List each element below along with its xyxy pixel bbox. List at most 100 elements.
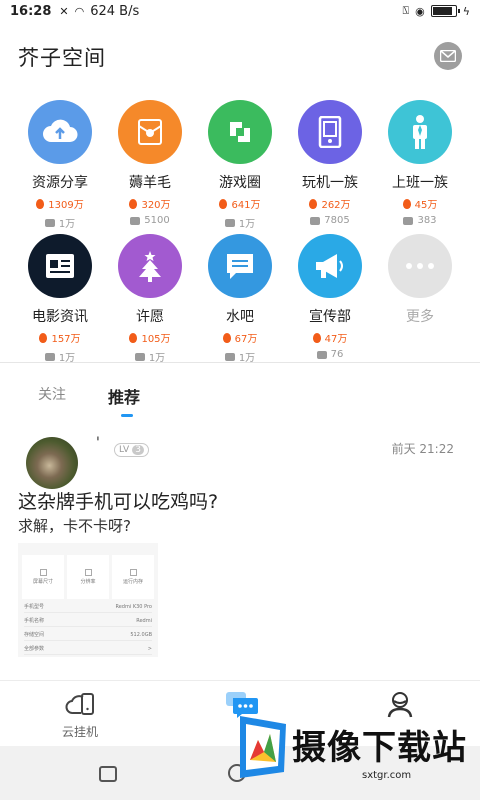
post-body[interactable]: 求解，卡不卡呀? — [18, 515, 131, 536]
tab-indicator — [121, 414, 133, 417]
row-label: 存储空间 — [24, 632, 45, 638]
status-time: 16:28 — [10, 3, 52, 19]
level-label: LV — [119, 445, 130, 455]
row-label: 全部参数 — [24, 646, 45, 652]
tab-cloud-hangup[interactable]: 云挂机 — [35, 691, 125, 740]
comment-icon — [224, 218, 235, 227]
thumbnail-row: 存储空间 512.0GB — [24, 629, 152, 641]
category-name: 薅羊毛 — [129, 175, 171, 191]
category-hot: 157万 — [51, 334, 81, 345]
flame-icon — [129, 332, 138, 343]
category-posts: 5100 — [144, 215, 170, 226]
flame-icon — [222, 332, 231, 343]
card-label: 屏幕尺寸 — [32, 579, 53, 585]
flame-icon — [39, 332, 48, 343]
thumbnail-card: 屏幕尺寸 — [22, 555, 64, 599]
category-name: 游戏圈 — [219, 175, 261, 191]
category-name: 上班一族 — [392, 175, 448, 191]
comment-icon — [134, 352, 145, 361]
more-icon — [388, 234, 452, 298]
category-item-wish[interactable]: 许愿 105万 1万 — [105, 234, 195, 364]
level-number: 3 — [132, 445, 144, 455]
post-time: 前天 21:22 — [391, 442, 454, 456]
notification-icon: ✕ — [59, 4, 69, 18]
office-worker-icon — [388, 100, 452, 164]
thumbnail-row: 手机型号 Redmi K30 Pro — [24, 601, 152, 613]
alarm-icon: ◉ — [415, 4, 425, 18]
comment-icon — [224, 352, 235, 361]
comment-icon — [44, 352, 55, 361]
thumbnail-row: 全部参数 > — [24, 643, 152, 655]
game-icon — [208, 100, 272, 164]
chat-icon — [208, 234, 272, 298]
watermark-text: 摄像下载站 — [292, 728, 467, 768]
category-hot: 67万 — [234, 334, 258, 345]
post-title[interactable]: 这杂牌手机可以吃鸡吗? — [18, 487, 218, 514]
category-name: 资源分享 — [32, 175, 88, 191]
cloud-upload-icon — [28, 100, 92, 164]
watermark-logo — [234, 710, 292, 782]
mail-icon[interactable] — [434, 42, 462, 70]
category-item-water-bar[interactable]: 水吧 67万 1万 — [195, 234, 285, 364]
section-divider — [0, 362, 480, 363]
category-item-wool[interactable]: 薅羊毛 320万 5100 — [105, 100, 195, 226]
recent-apps-icon[interactable] — [99, 766, 117, 782]
row-value: 512.0GB — [130, 631, 152, 638]
category-item-movie-news[interactable]: 电影资讯 157万 1万 — [15, 234, 105, 364]
comment-icon — [310, 216, 321, 225]
phone-icon — [298, 100, 362, 164]
thumbnail-card: 分辨率 — [67, 555, 109, 599]
category-item-phone-fans[interactable]: 玩机一族 262万 7805 — [285, 100, 375, 226]
flame-icon — [129, 198, 138, 209]
category-posts: 1万 — [58, 219, 76, 230]
category-item-resource-share[interactable]: 资源分享 1309万 1万 — [15, 100, 105, 230]
row-label: 手机名称 — [24, 618, 45, 624]
tab-follow[interactable]: 关注 — [38, 384, 66, 404]
thumbnail-cards: 屏幕尺寸 分辨率 运行内存 — [22, 555, 154, 599]
category-name: 许愿 — [136, 309, 164, 325]
category-hot: 47万 — [324, 334, 348, 345]
post-thumbnail[interactable]: 屏幕尺寸 分辨率 运行内存 手机型号 Redmi K30 Pro 手机名称 Redm… — [18, 543, 158, 657]
category-posts: 1万 — [238, 219, 256, 230]
comment-icon — [130, 216, 141, 225]
header: 芥子空间 — [0, 36, 480, 76]
category-item-publicity[interactable]: 宣传部 47万 76 — [285, 234, 375, 360]
post-username[interactable]: ' — [96, 435, 100, 451]
tab-recommend[interactable]: 推荐 — [108, 384, 140, 408]
category-item-office-workers[interactable]: 上班一族 45万 383 — [375, 100, 465, 226]
comment-icon — [44, 218, 55, 227]
card-label: 分辨率 — [80, 579, 96, 585]
category-hot: 105万 — [141, 334, 171, 345]
wifi-icon: ◠ — [74, 4, 85, 18]
flame-icon — [309, 198, 318, 209]
category-item-game-circle[interactable]: 游戏圈 641万 1万 — [195, 100, 285, 230]
flame-icon — [219, 198, 228, 209]
feed-tabs: 关注 推荐 — [0, 380, 480, 420]
row-value: Redmi — [136, 617, 152, 624]
category-item-more[interactable]: 更多 — [375, 234, 465, 326]
category-posts: 383 — [417, 215, 437, 226]
flame-icon — [312, 332, 321, 343]
category-name: 更多 — [406, 309, 434, 325]
category-hot: 320万 — [141, 200, 171, 211]
red-envelope-icon — [118, 100, 182, 164]
tree-icon — [118, 234, 182, 298]
level-badge: LV 3 — [114, 443, 149, 457]
charging-icon: ϟ — [462, 4, 470, 18]
watermark-url: sxtgr.com — [362, 770, 412, 781]
thumbnail-card: 运行内存 — [112, 555, 154, 599]
category-posts: 7805 — [324, 215, 350, 226]
watermark: 摄像下载站 sxtgr.com — [230, 706, 480, 800]
category-hot: 641万 — [231, 200, 261, 211]
row-value: > — [147, 645, 152, 652]
battery-icon — [430, 5, 460, 17]
comment-icon — [403, 216, 414, 225]
film-icon — [28, 234, 92, 298]
card-label: 运行内存 — [122, 579, 143, 585]
vibrate-icon: ⍂ — [402, 4, 410, 17]
category-posts: 76 — [330, 349, 344, 360]
phone-cloud-icon — [65, 691, 95, 717]
category-hot: 45万 — [414, 200, 438, 211]
avatar[interactable] — [26, 437, 78, 489]
megaphone-icon — [298, 234, 362, 298]
